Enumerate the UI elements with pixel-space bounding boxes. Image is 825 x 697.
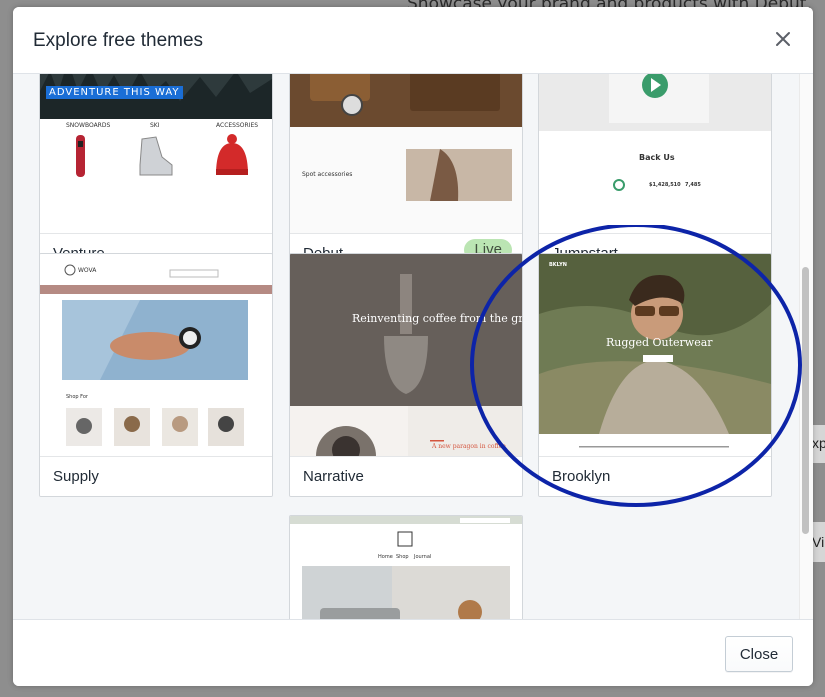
theme-preview-minimal: Home Shop Journal	[290, 516, 522, 619]
theme-card-narrative[interactable]: Reinventing coffee from the ground up A …	[289, 253, 523, 497]
modal-body: ADVENTURE THIS WAY SNOWBOARDS SKI ACCESS…	[13, 74, 813, 619]
theme-preview-brooklyn: BKLYN Rugged Outerwear	[539, 254, 771, 456]
supply-section: Shop For	[66, 394, 88, 400]
theme-card-brooklyn[interactable]: BKLYN Rugged Outerwear Brooklyn	[538, 253, 772, 497]
theme-card-minimal[interactable]: Home Shop Journal	[289, 515, 523, 619]
theme-name-supply: Supply	[53, 468, 99, 485]
theme-card-jumpstart[interactable]: Back Us $1,428,510 7,485 Jumpstart	[538, 74, 772, 274]
brooklyn-headline: Rugged Outerwear	[606, 336, 713, 349]
narrative-subheadline: A new paragon in coffee	[432, 443, 506, 450]
theme-preview-narrative: Reinventing coffee from the ground up A …	[290, 254, 522, 456]
debut-caption: Spot accessories	[302, 171, 353, 178]
supply-logo: WOVA	[78, 267, 97, 274]
minimal-nav-journal: Journal	[414, 554, 432, 560]
minimal-nav-home: Home	[378, 554, 393, 560]
theme-card-supply[interactable]: WOVA Shop For Supply	[39, 253, 273, 497]
close-button[interactable]: Close	[725, 636, 793, 672]
venture-col-3: ACCESSORIES	[216, 122, 259, 129]
modal-title: Explore free themes	[33, 30, 204, 51]
theme-card-venture[interactable]: ADVENTURE THIS WAY SNOWBOARDS SKI ACCESS…	[39, 74, 273, 274]
scrollbar-thumb[interactable]	[802, 267, 809, 534]
close-icon[interactable]	[773, 29, 793, 49]
explore-themes-modal: Explore free themes ADVENTURE THIS WAY S…	[13, 7, 813, 686]
theme-preview-venture: ADVENTURE THIS WAY SNOWBOARDS SKI ACCESS…	[40, 74, 272, 233]
brooklyn-logo: BKLYN	[549, 262, 567, 268]
themes-grid: ADVENTURE THIS WAY SNOWBOARDS SKI ACCESS…	[13, 74, 799, 619]
theme-card-debut[interactable]: Spot accessories Debut Live	[289, 74, 523, 274]
theme-preview-jumpstart: Back Us $1,428,510 7,485	[539, 74, 771, 233]
theme-name-narrative: Narrative	[303, 468, 364, 485]
theme-preview-supply: WOVA Shop For	[40, 254, 272, 456]
theme-preview-debut: Spot accessories	[290, 74, 522, 233]
jumpstart-heading: Back Us	[639, 153, 675, 162]
jumpstart-stat-1: $1,428,510	[649, 182, 681, 188]
narrative-headline: Reinventing coffee from the ground up	[352, 312, 522, 325]
modal-header: Explore free themes	[13, 7, 813, 74]
modal-footer: Close	[13, 619, 813, 686]
theme-name-brooklyn: Brooklyn	[552, 468, 611, 485]
jumpstart-stat-2: 7,485	[685, 182, 701, 188]
minimal-nav-shop: Shop	[396, 554, 409, 560]
